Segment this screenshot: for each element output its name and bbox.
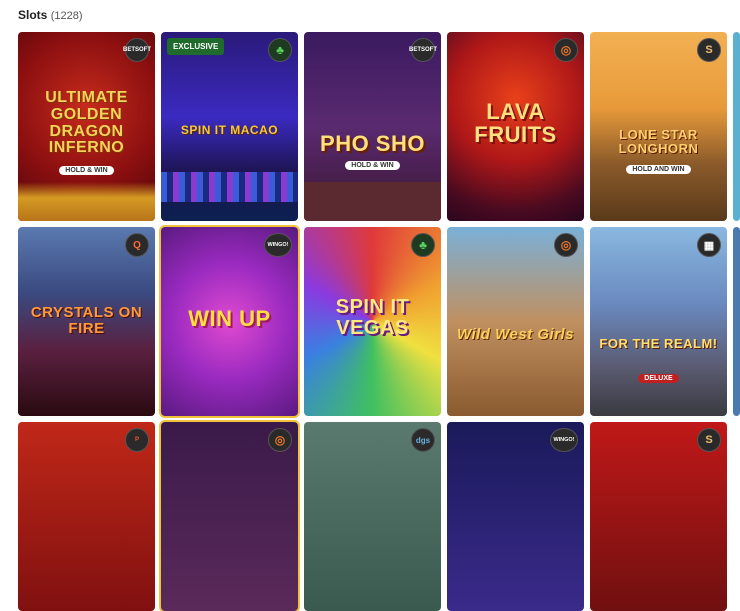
game-logo: FOR THE REALM!: [599, 336, 718, 351]
provider-badge: Q: [125, 233, 149, 257]
section-header: Slots (1228): [18, 8, 82, 22]
game-tile-row3-1[interactable]: P: [18, 422, 155, 611]
game-subtitle: HOLD & WIN: [59, 166, 114, 175]
game-tile-pho-sho[interactable]: BETSOFT PHO SHO HOLD & WIN: [304, 32, 441, 221]
provider-badge: S: [697, 428, 721, 452]
game-tile-row3-3[interactable]: dgs: [304, 422, 441, 611]
game-logo: WIN UP: [188, 306, 271, 331]
game-tile-partial[interactable]: [733, 227, 740, 416]
game-tile-win-up[interactable]: WINGO! WIN UP: [159, 225, 300, 418]
game-tile-lone-star-longhorn[interactable]: S LONE STAR LONGHORN HOLD AND WIN: [590, 32, 727, 221]
game-tile-row3-2[interactable]: ◎: [159, 420, 300, 611]
ring-icon: ◎: [554, 38, 578, 62]
game-logo: LONE STAR LONGHORN: [618, 127, 699, 156]
game-logo: ULTIMATE GOLDEN DRAGON INFERNO: [45, 89, 128, 157]
provider-badge: BETSOFT: [123, 38, 151, 62]
provider-badge: BETSOFT: [409, 38, 437, 62]
clover-icon: ♣: [411, 233, 435, 257]
ring-icon: ◎: [554, 233, 578, 257]
game-logo: LAVA FRUITS: [474, 99, 557, 148]
game-subtitle: DELUXE: [638, 374, 679, 383]
provider-badge: WINGO!: [264, 233, 292, 257]
game-tile-partial[interactable]: [733, 32, 740, 221]
game-logo: SPIN IT VEGAS: [335, 296, 410, 339]
game-logo: SPIN IT MACAO: [180, 123, 279, 137]
section-title: Slots: [18, 8, 48, 22]
game-tile-golden-dragon[interactable]: BETSOFT ULTIMATE GOLDEN DRAGON INFERNO H…: [18, 32, 155, 221]
game-subtitle: HOLD & WIN: [345, 161, 400, 170]
game-logo: Wild West Girls: [456, 326, 575, 343]
game-tile-spin-it-macao[interactable]: EXCLUSIVE ♣ SPIN IT MACAO: [161, 32, 298, 221]
provider-badge: S: [697, 38, 721, 62]
game-tile-row3-4[interactable]: WINGO!: [447, 422, 584, 611]
exclusive-label: EXCLUSIVE: [167, 38, 225, 55]
game-logo: PHO SHO: [320, 131, 425, 156]
ring-icon: ◎: [268, 428, 292, 452]
game-tile-lava-fruits[interactable]: ◎ LAVA FRUITS: [447, 32, 584, 221]
grid-icon: ▦: [697, 233, 721, 257]
game-tile-wild-west-girls[interactable]: ◎ Wild West Girls: [447, 227, 584, 416]
game-tile-crystals-on-fire[interactable]: Q CRYSTALS ON FIRE: [18, 227, 155, 416]
provider-badge: P: [125, 428, 149, 452]
game-count: (1228): [50, 10, 83, 22]
game-tile-spin-it-vegas[interactable]: ♣ SPIN IT VEGAS: [304, 227, 441, 416]
game-tile-row3-5[interactable]: S: [590, 422, 727, 611]
game-logo: CRYSTALS ON FIRE: [30, 304, 143, 337]
clover-icon: ♣: [268, 38, 292, 62]
provider-badge: dgs: [411, 428, 435, 452]
game-tile-for-the-realm[interactable]: ▦ FOR THE REALM! DELUXE: [590, 227, 727, 416]
provider-badge: WINGO!: [550, 428, 578, 452]
game-subtitle: HOLD AND WIN: [626, 165, 691, 174]
